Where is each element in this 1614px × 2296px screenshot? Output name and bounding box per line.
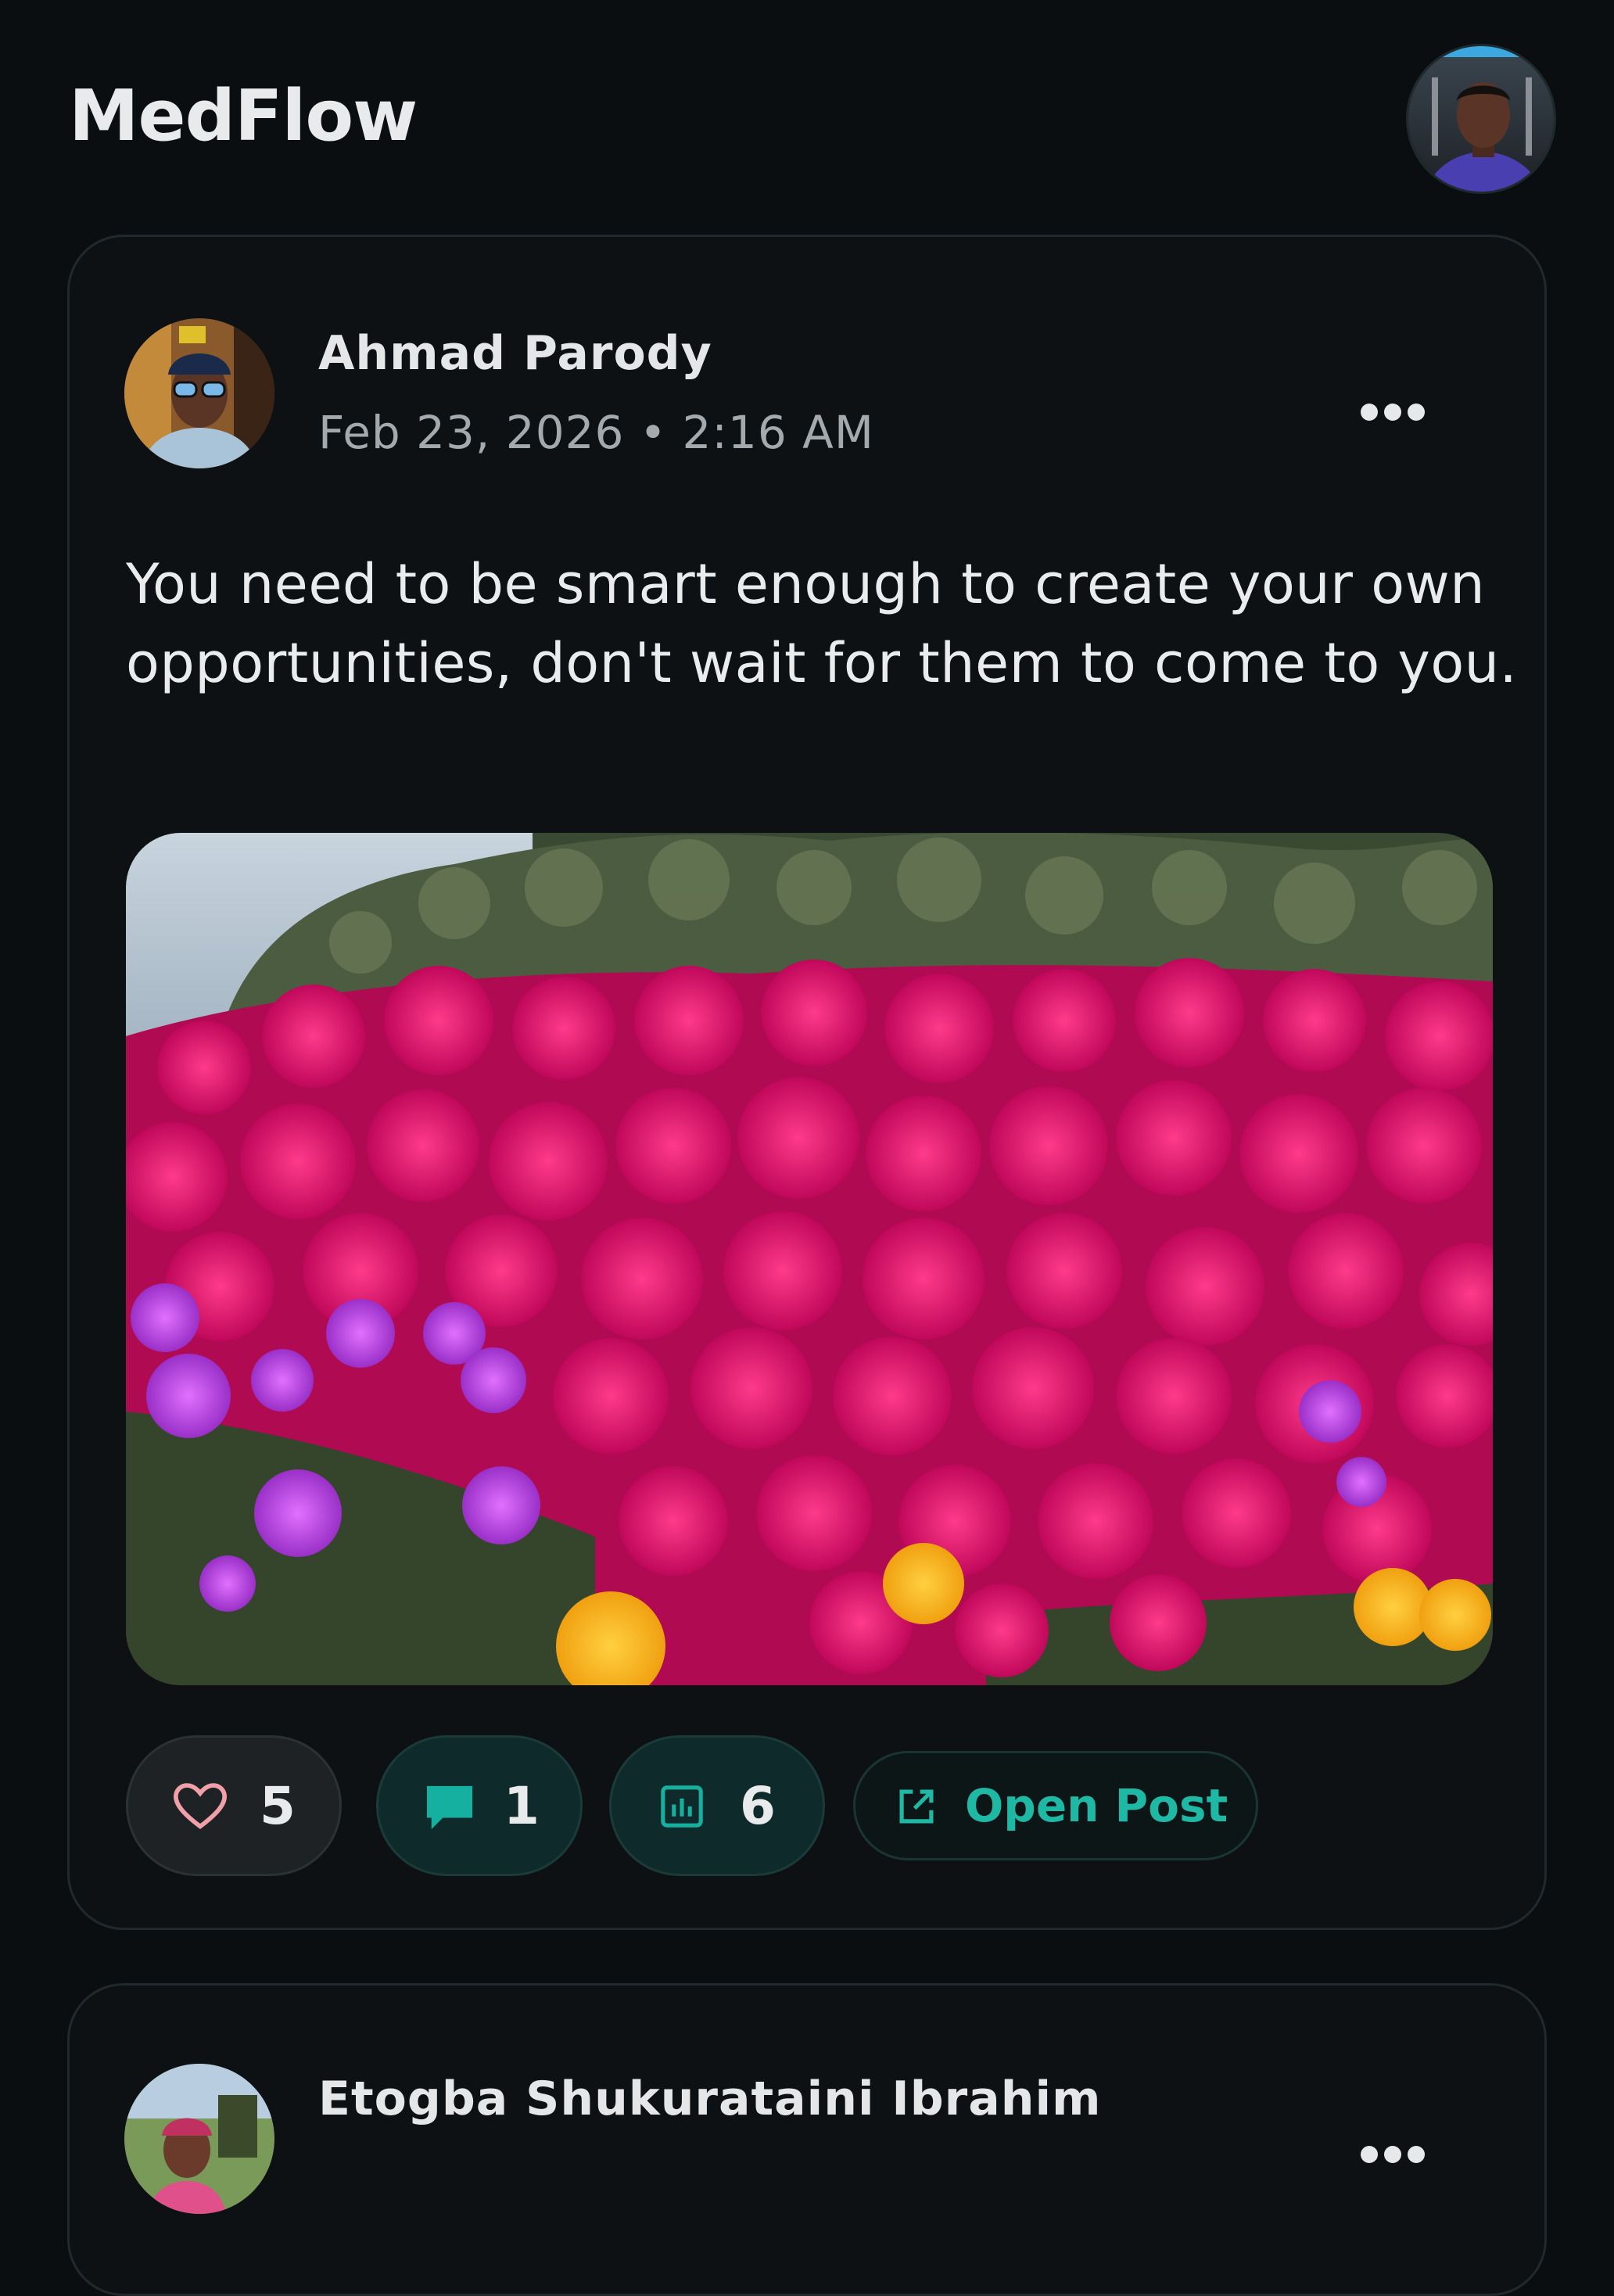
app-title: MedFlow xyxy=(69,75,418,157)
open-post-label: Open Post xyxy=(965,1779,1228,1832)
post-image[interactable] xyxy=(126,833,1493,1685)
more-options-button[interactable] xyxy=(1346,375,1440,450)
post-text: You need to be smart enough to create yo… xyxy=(126,552,1518,695)
open-post-button[interactable]: Open Post xyxy=(853,1751,1258,1860)
views-count: 6 xyxy=(740,1775,776,1836)
author-avatar[interactable] xyxy=(124,318,274,468)
more-horizontal-icon xyxy=(1361,2146,1425,2163)
like-button[interactable]: 5 xyxy=(126,1735,342,1876)
views-button[interactable]: 6 xyxy=(609,1735,825,1876)
author-avatar-icon xyxy=(124,2064,274,2214)
author-avatar-icon xyxy=(124,318,274,468)
app-header: MedFlow xyxy=(0,0,1614,235)
post-card: Ahmad Parody Feb 23, 2026 • 2:16 AM You … xyxy=(67,235,1547,1930)
more-horizontal-icon xyxy=(1361,404,1425,421)
comment-count: 1 xyxy=(504,1775,540,1836)
comment-button[interactable]: 1 xyxy=(376,1735,583,1876)
author-avatar[interactable] xyxy=(124,2064,274,2214)
post-timestamp: Feb 23, 2026 • 2:16 AM xyxy=(318,406,874,459)
post-card: Etogba Shukurataini Ibrahim xyxy=(67,1983,1547,2296)
heart-icon xyxy=(174,1783,227,1830)
more-options-button[interactable] xyxy=(1346,2117,1440,2192)
author-name[interactable]: Etogba Shukurataini Ibrahim xyxy=(318,2072,1102,2126)
flower-photo-icon xyxy=(126,833,1493,1685)
profile-avatar[interactable] xyxy=(1406,44,1556,194)
external-link-icon xyxy=(899,1789,934,1824)
analytics-icon xyxy=(661,1785,703,1828)
post-actions: 5 1 6 Open Post xyxy=(126,1735,1502,1876)
author-name[interactable]: Ahmad Parody xyxy=(318,326,712,381)
user-avatar-icon xyxy=(1408,46,1554,192)
comment-icon xyxy=(426,1785,473,1830)
like-count: 5 xyxy=(260,1775,296,1836)
